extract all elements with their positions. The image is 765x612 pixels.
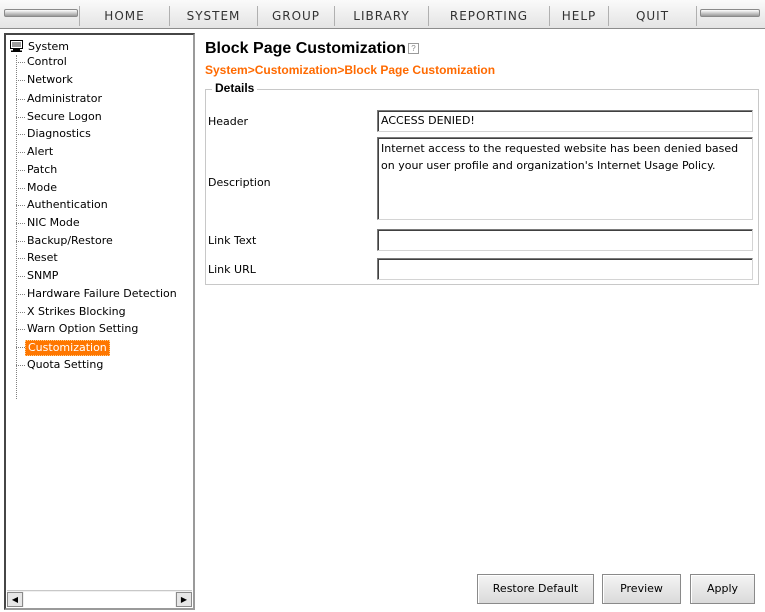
description-textarea[interactable]: Internet access to the requested website…	[377, 137, 753, 220]
link-text-label: Link Text	[208, 234, 257, 247]
menu-group[interactable]: GROUP	[258, 6, 335, 26]
apply-button[interactable]: Apply	[690, 574, 755, 604]
horizontal-scrollbar[interactable]: ◀ ▶	[7, 590, 192, 607]
sidebar-item-label: Alert	[27, 145, 54, 158]
sidebar-item-label: Reset	[27, 251, 58, 264]
sidebar-item-label: Authentication	[27, 198, 108, 211]
description-label: Description	[208, 176, 271, 189]
header-input[interactable]: ACCESS DENIED!	[377, 110, 753, 132]
sidebar-item-label: SNMP	[27, 269, 59, 282]
restore-default-button[interactable]: Restore Default	[477, 574, 594, 604]
menu-system[interactable]: SYSTEM	[170, 6, 258, 26]
scroll-right-icon[interactable]: ▶	[176, 592, 192, 607]
scroll-left-icon[interactable]: ◀	[7, 592, 23, 607]
sidebar-item-label: Quota Setting	[27, 358, 104, 371]
page-title: Block Page Customization?	[205, 40, 419, 58]
link-url-label: Link URL	[208, 263, 256, 276]
details-legend: Details	[212, 81, 258, 95]
sidebar-item-label: Administrator	[27, 92, 102, 105]
menu-quit[interactable]: QUIT	[609, 6, 697, 26]
top-menu-bar: HOME SYSTEM GROUP LIBRARY REPORTING HELP…	[0, 0, 765, 29]
monitor-icon	[10, 40, 23, 52]
tree-root-label: System	[28, 40, 70, 53]
sidebar-item-label: Network	[27, 73, 73, 86]
header-label: Header	[208, 115, 249, 128]
sidebar-item-label: Hardware Failure Detection	[27, 287, 177, 300]
menu-library[interactable]: LIBRARY	[335, 6, 429, 26]
sidebar-item-label: Diagnostics	[27, 127, 91, 140]
page-title-text: Block Page Customization	[205, 40, 406, 57]
sidebar-item-label: Warn Option Setting	[27, 322, 139, 335]
navigation-tree: System Control Network Administrator Sec…	[4, 33, 195, 610]
breadcrumb: System>Customization>Block Page Customiz…	[205, 63, 496, 77]
link-text-input[interactable]	[377, 229, 753, 251]
menu-help[interactable]: HELP	[550, 6, 609, 26]
sidebar-item-label: Customization	[25, 340, 110, 356]
preview-button[interactable]: Preview	[602, 574, 681, 604]
link-url-input[interactable]	[377, 258, 753, 280]
sidebar-item-label: X Strikes Blocking	[27, 305, 126, 318]
sidebar-item-label: Mode	[27, 181, 57, 194]
sidebar-item-label: Patch	[27, 163, 58, 176]
scrollbar-track[interactable]	[24, 592, 175, 607]
help-icon[interactable]: ?	[407, 43, 419, 55]
menu-decoration-left	[4, 9, 78, 17]
menu-home[interactable]: HOME	[79, 6, 170, 26]
sidebar-item-label: Secure Logon	[27, 110, 102, 123]
menu-reporting[interactable]: REPORTING	[429, 6, 550, 26]
menu-decoration-right	[700, 9, 760, 17]
sidebar-item-label: NIC Mode	[27, 216, 80, 229]
sidebar-item-label: Backup/Restore	[27, 234, 113, 247]
sidebar-item-label: Control	[27, 55, 67, 68]
